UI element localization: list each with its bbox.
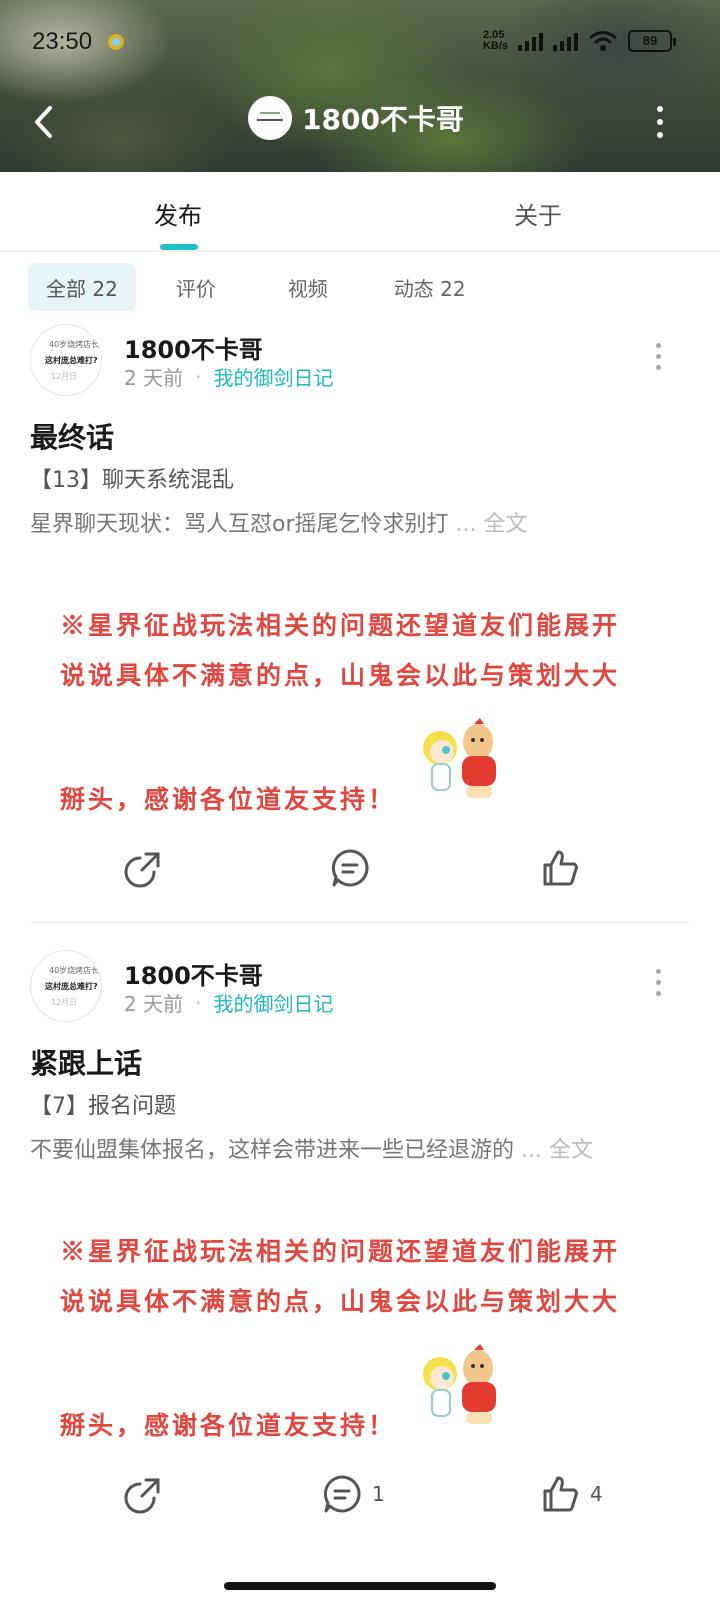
comment-icon: [323, 1475, 361, 1513]
wifi-icon: [589, 31, 617, 51]
home-indicator[interactable]: [224, 1582, 496, 1590]
author-avatar[interactable]: 40岁烧烤店长 这村庞总难打? 12月日: [30, 324, 102, 396]
tab-bar: 发布 关于: [0, 172, 720, 252]
mascot-sticker: [423, 718, 496, 798]
full-text-link[interactable]: 全文: [484, 512, 528, 537]
comment-button[interactable]: [330, 848, 380, 888]
post-more-button[interactable]: [648, 336, 668, 376]
post-author[interactable]: 1800不卡哥: [124, 956, 263, 991]
share-icon: [124, 1478, 160, 1514]
post-card[interactable]: 40岁烧烤店长 这村庞总难打? 12月日 1800不卡哥 2 天前 · 我的御剑…: [0, 318, 720, 930]
status-bar: 23:50 2.05 KB/s 89: [0, 0, 720, 84]
more-button[interactable]: [648, 102, 672, 142]
banner-text: 掰头，感谢各位道友支持！: [60, 785, 397, 814]
post-more-button[interactable]: [648, 962, 668, 1002]
filter-chips: 全部 22 评价 视频 动态 22: [28, 262, 506, 312]
post-actions: [0, 848, 720, 908]
network-speed: 2.05 KB/s: [482, 29, 508, 52]
divider: [30, 922, 690, 923]
banner-text: 说说具体不满意的点，山鬼会以此与策划大大: [60, 661, 621, 690]
full-text-link[interactable]: 全文: [549, 1138, 593, 1163]
more-icon: [655, 342, 661, 348]
post-topic[interactable]: 我的御剑日记: [213, 362, 333, 391]
back-button[interactable]: [20, 98, 68, 146]
author-avatar[interactable]: 40岁烧烤店长 这村庞总难打? 12月日: [30, 950, 102, 1022]
avatar: [248, 96, 292, 140]
back-icon: [35, 106, 52, 138]
status-indicators: 2.05 KB/s 89: [482, 29, 676, 52]
filter-moments[interactable]: 动态 22: [376, 263, 484, 311]
banner-text: 掰头，感谢各位道友支持！: [60, 1411, 397, 1440]
share-button[interactable]: [124, 1474, 164, 1514]
comment-icon: [331, 849, 369, 887]
post-actions: 1 4: [0, 1474, 720, 1534]
like-count: 4: [590, 1482, 603, 1506]
post-excerpt[interactable]: 星界聊天现状：骂人互怼or摇尾乞怜求别打 ... 全文: [30, 506, 528, 538]
banner-text: ※星界征战玩法相关的问题还望道友们能展开: [60, 611, 621, 640]
post-image[interactable]: ※星界征战玩法相关的问题还望道友们能展开 说说具体不满意的点，山鬼会以此与策划大…: [30, 584, 690, 824]
filter-videos[interactable]: 视频: [270, 263, 346, 311]
mascot-sticker: [423, 1344, 496, 1424]
post-topic[interactable]: 我的御剑日记: [213, 988, 333, 1017]
share-button[interactable]: [124, 848, 164, 888]
tab-about[interactable]: 关于: [514, 196, 562, 231]
post-card[interactable]: 40岁烧烤店长 这村庞总难打? 12月日 1800不卡哥 2 天前 · 我的御剑…: [0, 944, 720, 1574]
share-icon: [124, 852, 160, 888]
filter-all[interactable]: 全部 22: [28, 263, 136, 311]
like-icon: [543, 1476, 578, 1512]
nav-bar: 1800不卡哥: [0, 84, 720, 164]
more-icon: [657, 106, 663, 112]
comment-button[interactable]: 1: [322, 1474, 385, 1514]
post-image[interactable]: ※星界征战玩法相关的问题还望道友们能展开 说说具体不满意的点，山鬼会以此与策划大…: [30, 1210, 690, 1450]
page-title: 1800不卡哥: [302, 103, 464, 136]
post-title[interactable]: 最终话: [30, 416, 114, 456]
signal-icon: [553, 31, 578, 51]
post-time: 2 天前: [124, 992, 184, 1016]
tab-indicator: [160, 244, 198, 250]
post-title[interactable]: 紧跟上话: [30, 1042, 142, 1082]
status-time: 23:50: [32, 28, 93, 55]
banner-text: ※星界征战玩法相关的问题还望道友们能展开: [60, 1237, 621, 1266]
comment-count: 1: [372, 1482, 385, 1506]
filter-reviews[interactable]: 评价: [158, 263, 234, 311]
post-author[interactable]: 1800不卡哥: [124, 330, 263, 365]
battery-icon: 89: [628, 30, 676, 52]
like-button[interactable]: [540, 848, 590, 888]
post-time: 2 天前: [124, 366, 184, 390]
notification-icon: [108, 34, 124, 50]
tab-posts[interactable]: 发布: [154, 196, 202, 231]
banner-text: 说说具体不满意的点，山鬼会以此与策划大大: [60, 1287, 621, 1316]
like-button[interactable]: 4: [540, 1474, 603, 1514]
post-excerpt[interactable]: 不要仙盟集体报名，这样会带进来一些已经退游的 ... 全文: [30, 1132, 593, 1164]
post-meta: 2 天前 · 我的御剑日记: [124, 362, 333, 391]
post-subtitle: 【13】聊天系统混乱: [30, 468, 234, 493]
like-icon: [543, 850, 578, 886]
signal-icon: [518, 31, 543, 51]
more-icon: [655, 968, 661, 974]
profile-title: 1800不卡哥: [248, 96, 464, 140]
header-background: 23:50 2.05 KB/s 89 1800不卡哥: [0, 0, 720, 172]
post-meta: 2 天前 · 我的御剑日记: [124, 988, 333, 1017]
post-subtitle: 【7】报名问题: [30, 1094, 176, 1119]
